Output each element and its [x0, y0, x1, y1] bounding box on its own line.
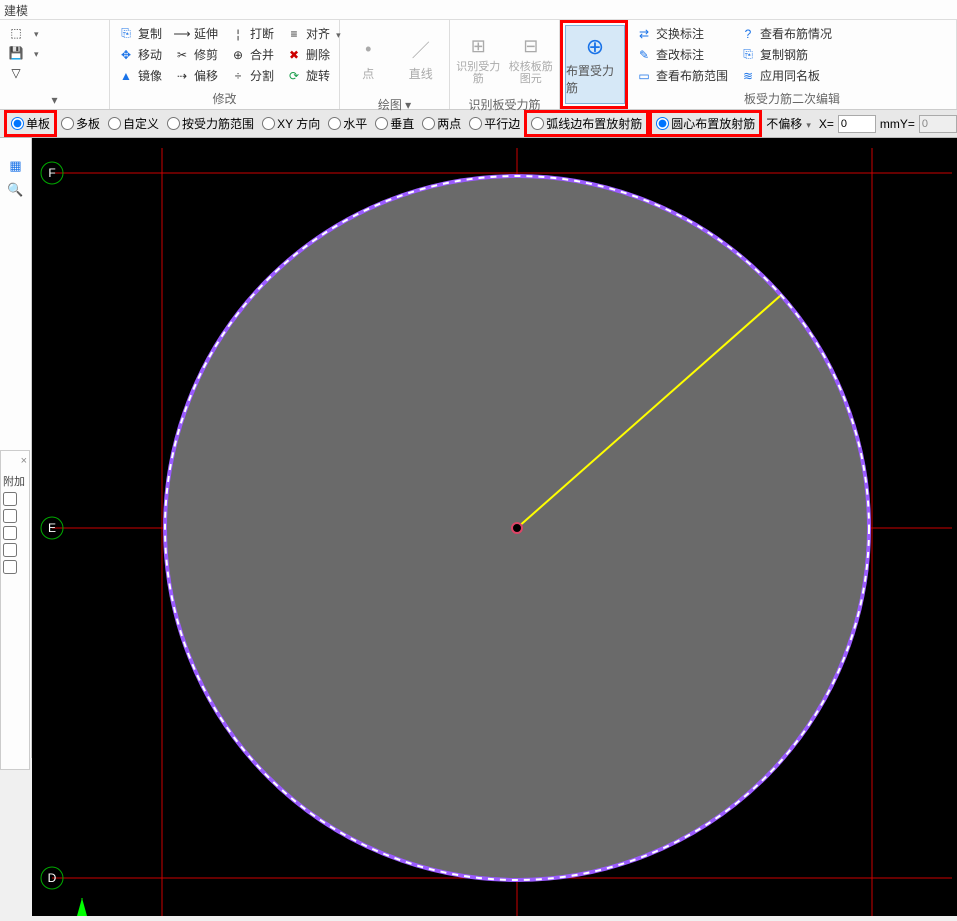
copy-icon: ⎘	[118, 26, 134, 42]
layer-dropdown[interactable]: ⬚	[6, 24, 103, 42]
verify-icon: ⊟	[518, 33, 544, 59]
drawing-canvas[interactable]: F E D	[32, 138, 957, 916]
layer-icon: ⬚	[8, 25, 24, 41]
side-panel-label: 附加	[3, 473, 27, 489]
nav-icon[interactable]: ▦	[8, 158, 24, 174]
apply-same-button[interactable]: ≋应用同名板	[738, 66, 834, 85]
search-icon[interactable]: 🔍	[8, 182, 24, 198]
extend-icon: ⟶	[174, 26, 190, 42]
extend-button[interactable]: ⟶延伸	[172, 24, 220, 43]
view-range-button[interactable]: ▭查看布筋范围	[634, 66, 730, 85]
edit-icon: ✎	[636, 47, 652, 63]
y-input	[919, 115, 957, 133]
place-rebar-icon: ⊕	[582, 34, 608, 60]
copy-button[interactable]: ⎘复制	[116, 24, 164, 43]
delete-button[interactable]: ✖删除	[284, 45, 343, 64]
draw-group-label: 绘图 ▾	[346, 96, 443, 113]
side-check-2[interactable]	[3, 509, 17, 523]
opt-center-radial[interactable]: 圆心布置放射筋	[649, 110, 762, 137]
title-bar: 建模	[0, 0, 957, 20]
x-input[interactable]	[838, 115, 876, 133]
line-button[interactable]: ／直线	[399, 24, 444, 94]
range-icon: ▭	[636, 68, 652, 84]
point-button[interactable]: •点	[346, 24, 391, 94]
opt-vertical[interactable]: 垂直	[371, 115, 418, 132]
side-check-4[interactable]	[3, 543, 17, 557]
side-check-5[interactable]	[3, 560, 17, 574]
place-rebar-button[interactable]: ⊕ 布置受力筋	[565, 25, 625, 104]
swap-annot-button[interactable]: ⇄交换标注	[634, 24, 730, 43]
edit-annot-button[interactable]: ✎查改标注	[634, 45, 730, 64]
axis-label-F: F	[48, 166, 55, 180]
move-button[interactable]: ✥移动	[116, 45, 164, 64]
point-icon: •	[355, 37, 381, 63]
opt-by-rebar-range[interactable]: 按受力筋范围	[163, 115, 258, 132]
side-close-icon[interactable]: ×	[21, 455, 27, 467]
save-icon: 💾	[8, 45, 24, 61]
axis-label-D: D	[48, 871, 57, 885]
line-icon: ／	[408, 37, 434, 63]
offset-icon: ⇢	[174, 68, 190, 84]
break-icon: ¦	[230, 26, 246, 42]
trim-icon: ✂	[174, 47, 190, 63]
verify-rebar-button[interactable]: ⊟校核板筋图元	[509, 24, 554, 94]
split-button[interactable]: ÷分割	[228, 66, 276, 85]
opt-arc-radial[interactable]: 弧线边布置放射筋	[524, 110, 649, 137]
split-icon: ÷	[230, 68, 246, 84]
offset-dropdown[interactable]: 不偏移	[762, 115, 815, 132]
move-icon: ✥	[118, 47, 134, 63]
align-button[interactable]: ≡对齐	[284, 24, 343, 43]
status-icon: ?	[740, 26, 756, 42]
side-check-1[interactable]	[3, 492, 17, 506]
recognize-icon: ⊞	[465, 33, 491, 59]
opt-two-point[interactable]: 两点	[418, 115, 465, 132]
axis-label-E: E	[48, 521, 56, 535]
edit2-group-label: 板受力筋二次编辑	[634, 90, 950, 107]
filter-entity-button[interactable]: ▽	[6, 64, 103, 82]
modify-group-label: 修改	[116, 90, 333, 107]
mirror-icon: ▲	[118, 68, 134, 84]
apply-icon: ≋	[740, 68, 756, 84]
opt-custom[interactable]: 自定义	[104, 115, 163, 132]
opt-parallel-edge[interactable]: 平行边	[465, 115, 524, 132]
break-button[interactable]: ¦打断	[228, 24, 276, 43]
merge-icon: ⊕	[230, 47, 246, 63]
rotate-icon: ⟳	[286, 68, 302, 84]
copy-rebar-button[interactable]: ⎘复制钢筋	[738, 45, 834, 64]
save-entity-button[interactable]: 💾	[6, 44, 103, 62]
rotate-button[interactable]: ⟳旋转	[284, 66, 343, 85]
side-check-3[interactable]	[3, 526, 17, 540]
options-bar: 单板 多板 自定义 按受力筋范围 XY 方向 水平 垂直 两点 平行边 弧线边布…	[0, 110, 957, 138]
view-status-button[interactable]: ?查看布筋情况	[738, 24, 834, 43]
opt-horizontal[interactable]: 水平	[324, 115, 371, 132]
opt-single-board[interactable]: 单板	[4, 110, 57, 137]
mirror-button[interactable]: ▲镜像	[116, 66, 164, 85]
offset-button[interactable]: ⇢偏移	[172, 66, 220, 85]
recognize-rebar-button[interactable]: ⊞识别受力筋	[456, 24, 501, 94]
ribbon: ⬚ 💾 ▽ ▾ ⎘复制 ✥移动 ▲镜像 ⟶延伸 ✂修剪 ⇢偏移 ¦	[0, 20, 957, 110]
side-panel: × 附加	[0, 450, 30, 770]
copy-rebar-icon: ⎘	[740, 47, 756, 63]
opt-multi-board[interactable]: 多板	[57, 115, 104, 132]
trim-button[interactable]: ✂修剪	[172, 45, 220, 64]
align-icon: ≡	[286, 26, 302, 42]
merge-button[interactable]: ⊕合并	[228, 45, 276, 64]
filter-icon: ▽	[8, 65, 24, 81]
swap-icon: ⇄	[636, 26, 652, 42]
opt-xy[interactable]: XY 方向	[258, 115, 324, 132]
delete-icon: ✖	[286, 47, 302, 63]
